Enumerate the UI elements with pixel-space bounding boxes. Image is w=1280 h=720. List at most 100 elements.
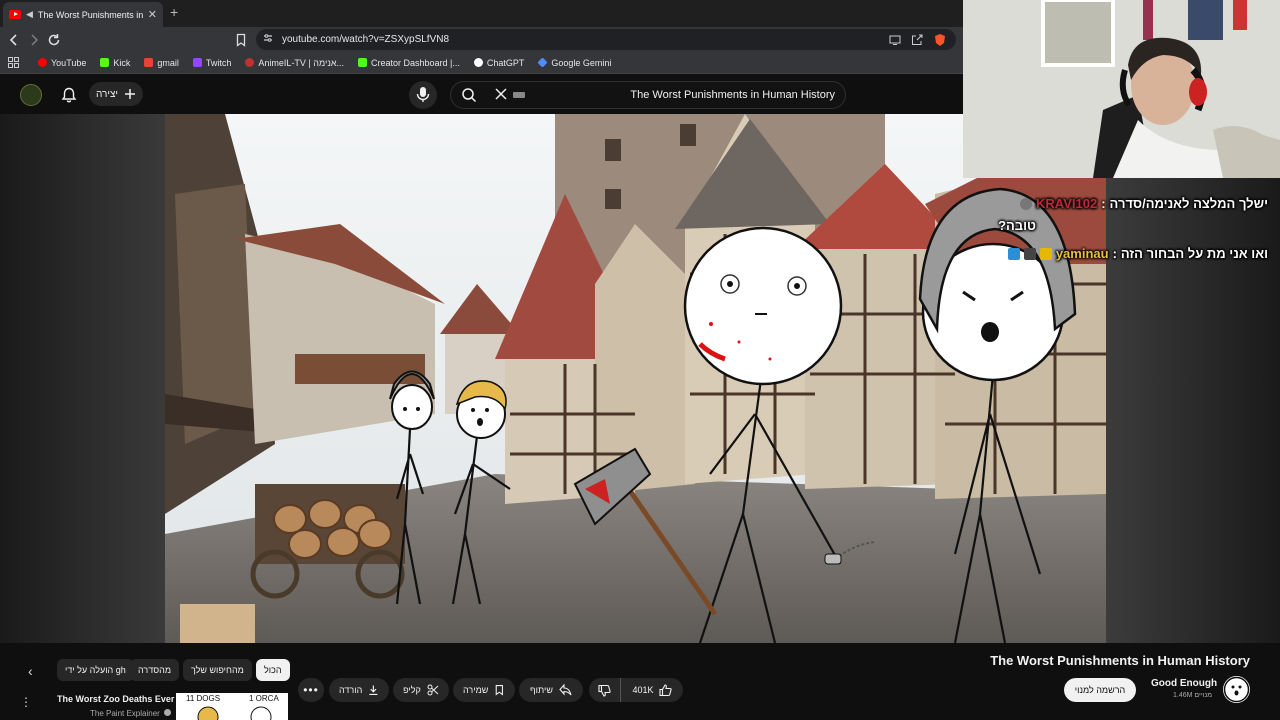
recommended-video-thumbnail[interactable]: 11 DOGS 1 ORCA: [176, 693, 288, 720]
account-avatar[interactable]: [20, 84, 42, 106]
chatgpt-icon: [473, 58, 483, 67]
chat-badge-icon: [1039, 247, 1052, 260]
streamer-webcam-image: [963, 0, 1280, 178]
url-bar[interactable]: youtube.com/watch?v=ZSXypSLfVN8: [256, 29, 956, 50]
brave-shield-icon[interactable]: [932, 32, 948, 48]
dislike-button[interactable]: [589, 678, 621, 702]
chat-message-text: טובה?: [998, 218, 1036, 233]
voice-search-button[interactable]: [409, 81, 437, 109]
apps-grid-icon[interactable]: [8, 57, 19, 68]
bookmark-youtube[interactable]: YouTube: [33, 58, 91, 68]
chip-uploaded-by[interactable]: הועלה על ידי gh: [57, 659, 134, 681]
channel-name[interactable]: Good Enough: [1151, 678, 1217, 689]
bookmark-label: Twitch: [205, 57, 232, 68]
bookmark-animeil[interactable]: AnimeIL-TV | אנימה...: [240, 58, 349, 68]
keyboard-icon[interactable]: [513, 92, 525, 98]
channel-avatar[interactable]: [1223, 676, 1250, 703]
recommended-channel-name: The Paint Explainer: [90, 709, 160, 718]
tab-strip: ◀ The Worst Punishments in Hu ✕ +: [0, 0, 963, 27]
chat-message: ואו אני מת על הבחור הזה : yaminau: [1007, 246, 1268, 261]
save-label: שמירה: [463, 685, 489, 695]
download-icon: [369, 685, 378, 696]
chat-message-text: ישלך המלצה לאנימה/סדרה: [1109, 196, 1268, 211]
bookmark-twitch[interactable]: Twitch: [188, 58, 237, 68]
bookmark-creator-dashboard[interactable]: Creator Dashboard |...: [353, 58, 465, 68]
video-frame: [165, 114, 1106, 643]
like-dislike-group: 401K: [589, 678, 683, 702]
bookmark-label: gmail: [157, 57, 179, 68]
close-tab-icon[interactable]: ✕: [148, 8, 157, 21]
chat-badge-icon: [1007, 247, 1020, 260]
search-query: The Worst Punishments in Human History: [630, 89, 835, 101]
gemini-icon: [537, 57, 548, 68]
thumbs-down-icon: [598, 684, 611, 697]
bookmark-chatgpt[interactable]: ChatGPT: [469, 58, 530, 68]
new-tab-button[interactable]: +: [170, 4, 178, 20]
bookmark-label: AnimeIL-TV | אנימה...: [258, 57, 344, 68]
download-button[interactable]: הורדה: [329, 678, 389, 702]
youtube-favicon-icon: [9, 10, 21, 19]
bookmark-icon[interactable]: [233, 32, 249, 48]
chip-from-search[interactable]: מהחיפוש שלך: [183, 659, 252, 681]
subscriber-count: 1.46M מנויים: [1173, 692, 1213, 699]
more-actions-button[interactable]: •••: [298, 678, 324, 702]
chat-message: ישלך המלצה לאנימה/סדרה : KRAVI102: [1020, 196, 1268, 211]
forward-icon[interactable]: [26, 32, 42, 48]
chip-from-series[interactable]: מהסדרה: [130, 659, 180, 681]
more-icon: •••: [303, 683, 319, 697]
like-button[interactable]: 401K: [621, 678, 683, 702]
recommended-video-channel: The Paint Explainer: [90, 709, 172, 718]
recommended-video-title[interactable]: The Worst Zoo Deaths Ever: [57, 694, 174, 704]
player-left-margin: [0, 114, 165, 643]
tab-title: The Worst Punishments in Hu: [37, 9, 143, 20]
chevron-left-icon[interactable]: ‹: [28, 663, 33, 679]
bookmarks-bar: YouTube Kick gmail Twitch AnimeIL-TV | א…: [0, 52, 963, 74]
browser-tab[interactable]: ◀ The Worst Punishments in Hu ✕: [3, 2, 163, 27]
cast-icon[interactable]: [887, 32, 903, 48]
back-icon[interactable]: [6, 32, 22, 48]
bookmark-gmail[interactable]: gmail: [139, 58, 184, 68]
download-label: הורדה: [339, 685, 363, 695]
youtube-header: יצירה The Worst Punishments in Human His…: [0, 74, 963, 114]
bookmark-label: Google Gemini: [551, 57, 612, 68]
animeil-icon: [245, 58, 255, 67]
search-icon[interactable]: [461, 87, 477, 103]
kebab-menu-icon[interactable]: ⋮: [20, 695, 32, 709]
chat-badge-icon: [1023, 247, 1036, 260]
microphone-icon: [416, 87, 430, 102]
chat-message-text: ואו אני מת על הבחור הזה: [1120, 246, 1268, 261]
video-info-bar: The Worst Punishments in Human History ‹…: [0, 643, 1280, 720]
site-info-icon[interactable]: [263, 33, 273, 43]
verified-icon: [164, 709, 172, 716]
share-icon: [559, 684, 572, 696]
speaker-icon: ◀: [26, 9, 33, 19]
thumbnail-drawing: [197, 706, 272, 720]
share-page-icon[interactable]: [909, 32, 925, 48]
bookmark-kick[interactable]: Kick: [95, 58, 135, 68]
scissors-icon: [427, 684, 439, 696]
search-input[interactable]: The Worst Punishments in Human History: [450, 81, 846, 109]
share-button[interactable]: שיתוף: [519, 678, 583, 702]
chat-badge-icon: [1020, 197, 1033, 210]
url-text: youtube.com/watch?v=ZSXypSLfVN8: [282, 34, 450, 45]
youtube-icon: [38, 58, 47, 67]
bookmark-label: Kick: [113, 57, 131, 68]
bookmark-gemini[interactable]: Google Gemini: [533, 57, 616, 68]
save-button[interactable]: שמירה: [453, 678, 515, 702]
webcam-overlay: [963, 0, 1280, 178]
share-label: שיתוף: [530, 685, 553, 695]
clip-button[interactable]: קליפ: [393, 678, 449, 702]
plus-icon: [125, 89, 136, 99]
chat-message-continuation: טובה?: [998, 218, 1036, 233]
player-right-margin: [1106, 114, 1280, 643]
bookmark-label: Creator Dashboard |...: [371, 57, 460, 68]
video-player[interactable]: [165, 114, 1106, 643]
notifications-bell-icon[interactable]: [60, 86, 78, 104]
reload-icon[interactable]: [46, 32, 62, 48]
create-button[interactable]: יצירה: [89, 82, 143, 106]
clear-search-icon[interactable]: [494, 87, 508, 101]
chip-all[interactable]: הכול: [256, 659, 290, 681]
kick-icon: [100, 58, 110, 67]
bookmark-label: ChatGPT: [486, 57, 525, 68]
subscribe-button[interactable]: הרשמה למנוי: [1064, 678, 1136, 702]
